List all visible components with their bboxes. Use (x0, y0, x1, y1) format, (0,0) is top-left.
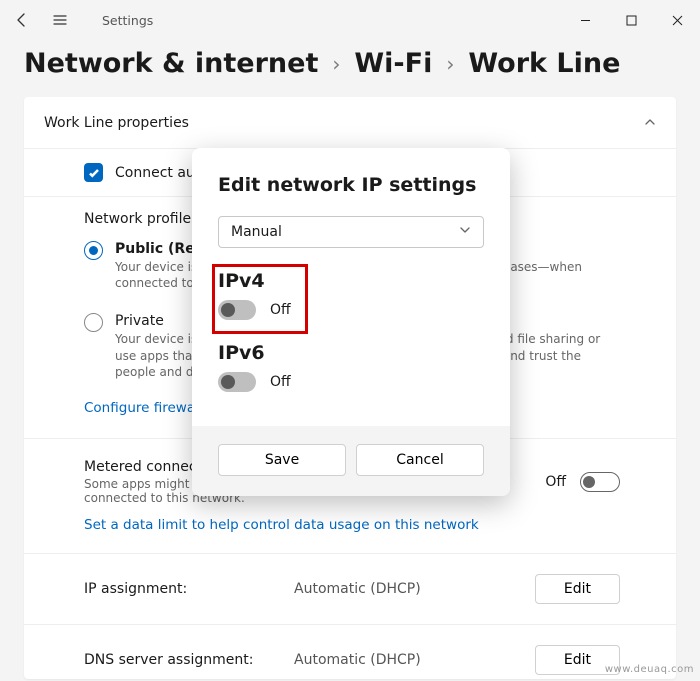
title-bar: Settings (0, 0, 700, 40)
chevron-right-icon: › (332, 52, 340, 76)
card-title: Work Line properties (44, 115, 189, 131)
ip-value: Automatic (DHCP) (294, 581, 421, 597)
close-button[interactable] (654, 0, 700, 40)
ipv4-state: Off (270, 302, 291, 318)
back-button[interactable] (12, 10, 32, 30)
ip-label: IP assignment: (84, 581, 294, 597)
watermark: www.deuaq.com (605, 664, 694, 675)
metered-state-label: Off (545, 474, 566, 490)
breadcrumb-current: Work Line (468, 48, 620, 79)
profile-public-radio[interactable] (84, 241, 103, 260)
ip-edit-button[interactable]: Edit (535, 574, 620, 604)
ipv4-toggle[interactable] (218, 300, 256, 320)
connect-auto-checkbox[interactable] (84, 163, 103, 182)
app-title: Settings (102, 13, 153, 28)
chevron-up-icon (644, 113, 656, 132)
ipv4-section: IPv4 Off (218, 270, 484, 320)
ipv4-label: IPv4 (218, 270, 484, 292)
ip-settings-dialog: Edit network IP settings Manual IPv4 Off… (192, 148, 510, 496)
ip-mode-value: Manual (231, 224, 282, 240)
ipv6-section: IPv6 Off (218, 342, 484, 392)
menu-button[interactable] (50, 10, 70, 30)
ipv6-toggle[interactable] (218, 372, 256, 392)
cancel-button[interactable]: Cancel (356, 444, 484, 476)
breadcrumb: Network & internet › Wi-Fi › Work Line (0, 40, 700, 97)
properties-header[interactable]: Work Line properties (24, 97, 676, 148)
chevron-right-icon: › (446, 52, 454, 76)
profile-private-radio[interactable] (84, 313, 103, 332)
dns-value: Automatic (DHCP) (294, 652, 421, 668)
dialog-title: Edit network IP settings (218, 174, 484, 196)
save-button[interactable]: Save (218, 444, 346, 476)
chevron-down-icon (459, 224, 471, 240)
datalimit-link-row: Set a data limit to help control data us… (24, 511, 676, 553)
dns-assignment-row: DNS server assignment: Automatic (DHCP) … (24, 625, 676, 679)
dns-label: DNS server assignment: (84, 652, 294, 668)
metered-toggle[interactable] (580, 472, 620, 492)
datalimit-link[interactable]: Set a data limit to help control data us… (84, 517, 479, 533)
ip-mode-select[interactable]: Manual (218, 216, 484, 248)
ip-assignment-row: IP assignment: Automatic (DHCP) Edit (24, 554, 676, 624)
breadcrumb-network[interactable]: Network & internet (24, 48, 318, 79)
ipv6-label: IPv6 (218, 342, 484, 364)
minimize-button[interactable] (562, 0, 608, 40)
maximize-button[interactable] (608, 0, 654, 40)
breadcrumb-wifi[interactable]: Wi-Fi (354, 48, 432, 79)
ipv6-state: Off (270, 374, 291, 390)
